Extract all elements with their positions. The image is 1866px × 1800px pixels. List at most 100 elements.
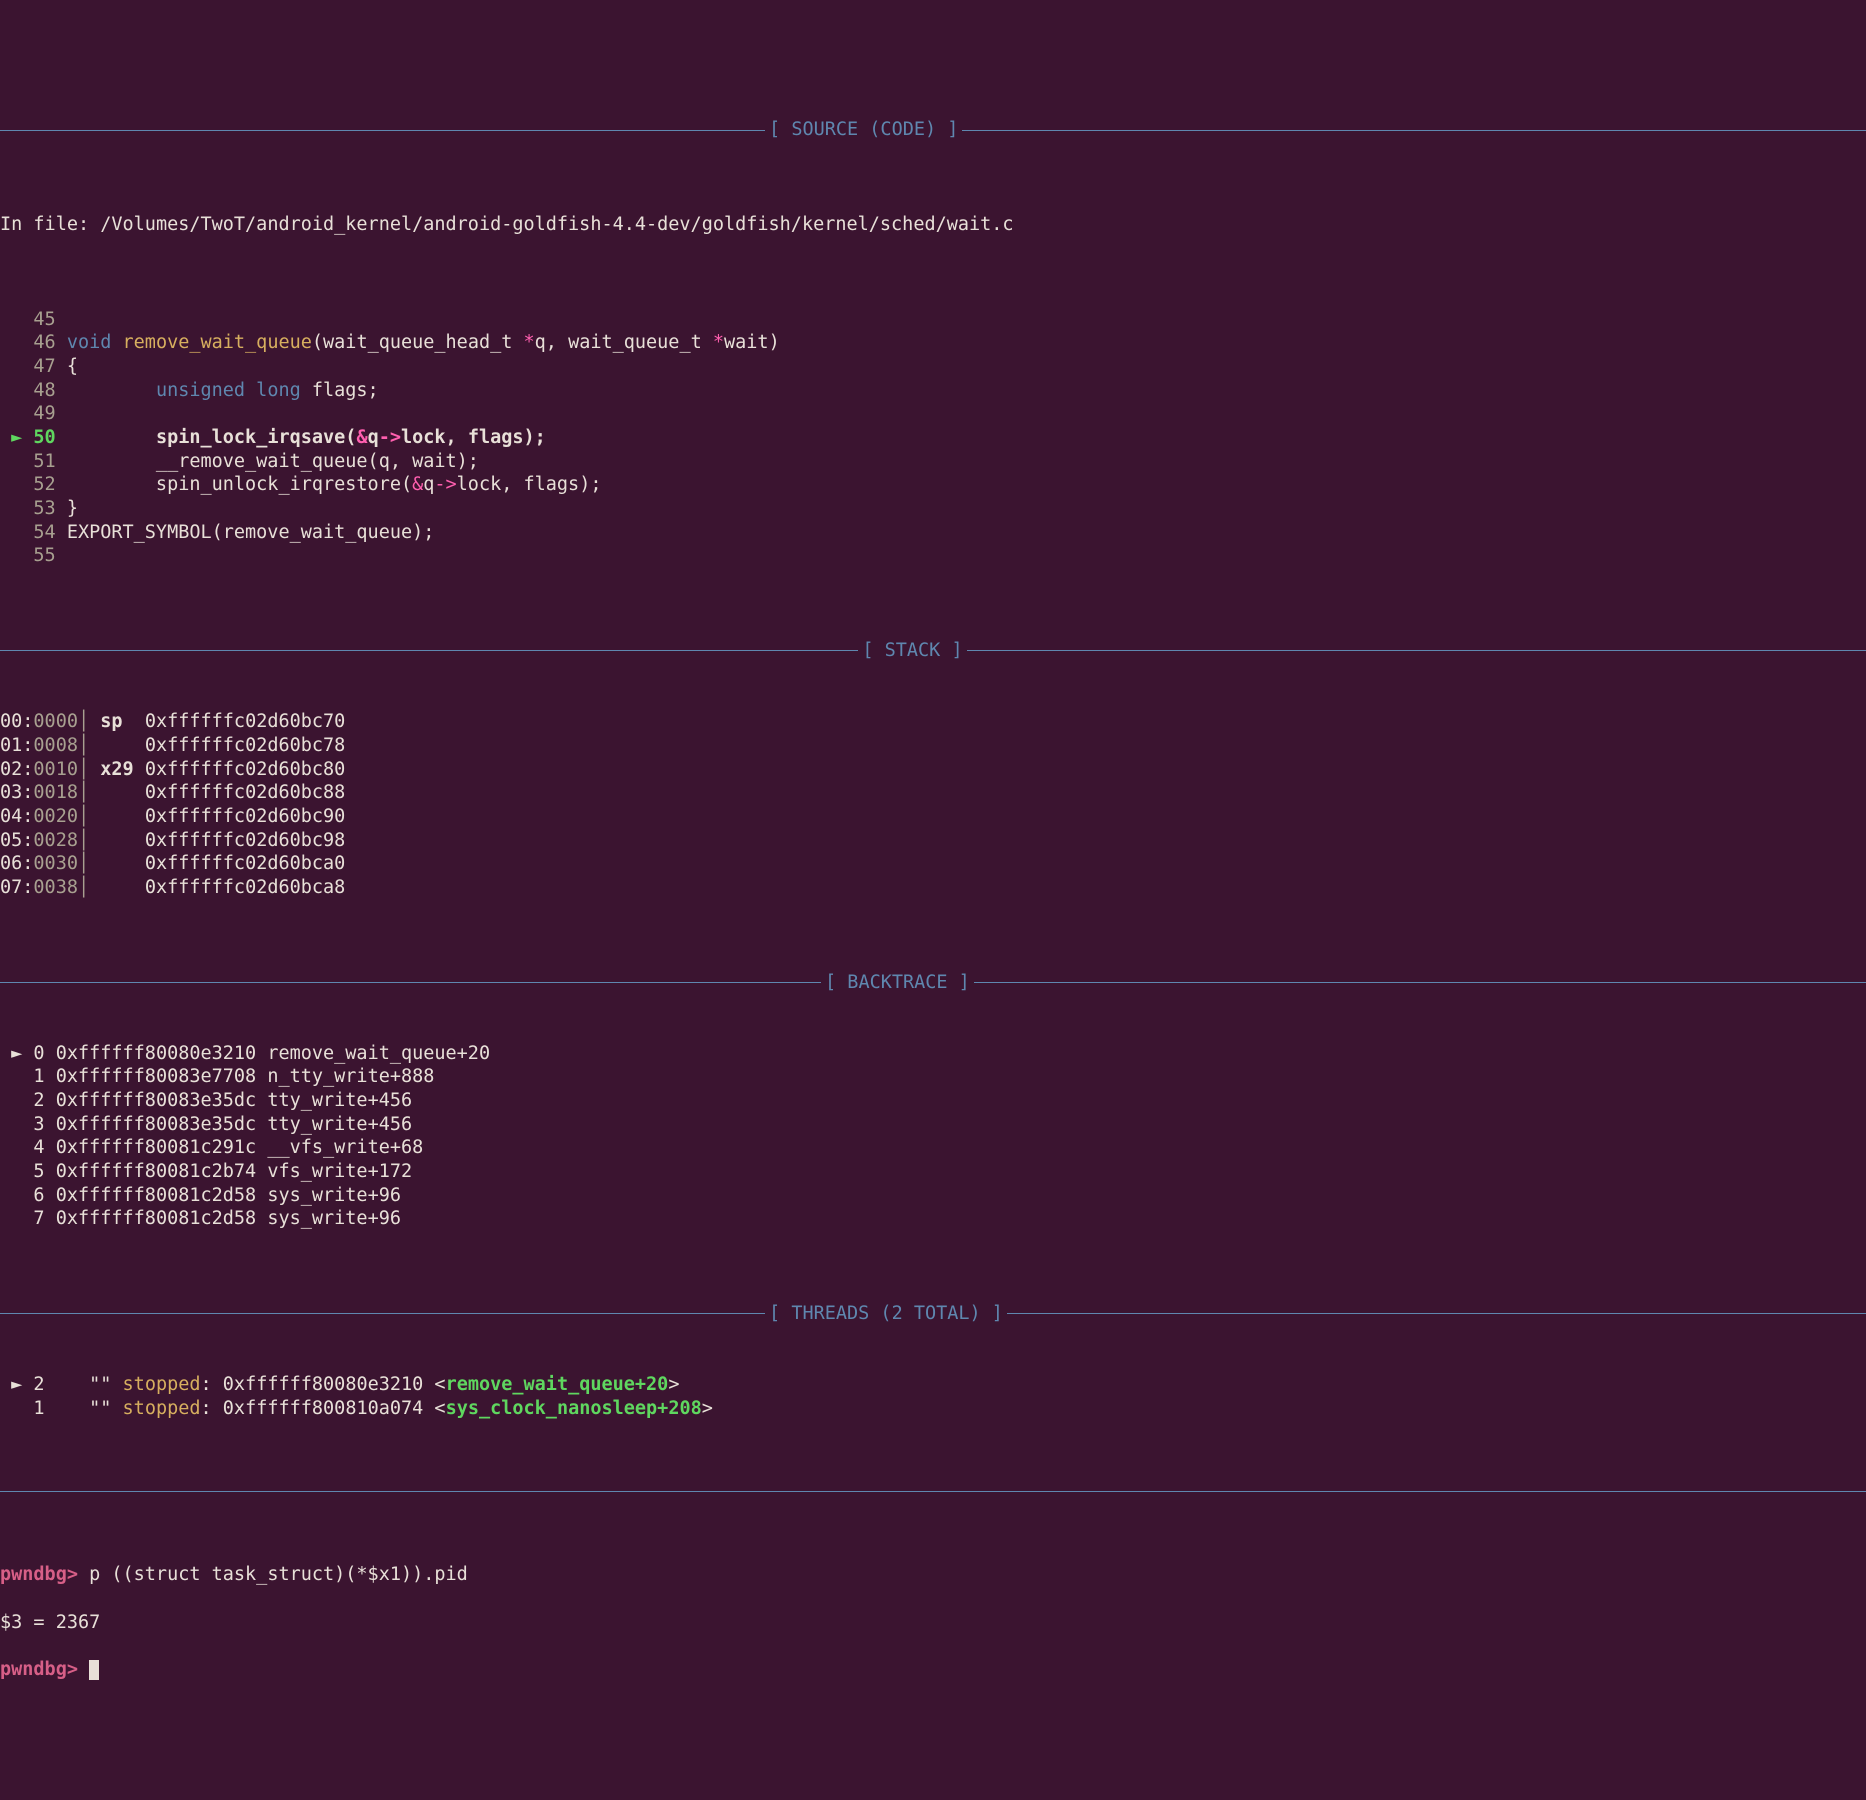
code-token: } — [67, 498, 78, 519]
backtrace-row: 1 0xffffff80083e7708 n_tty_write+888 — [0, 1065, 1866, 1089]
code-token: unsigned long — [156, 380, 301, 401]
code-token: -> — [379, 427, 401, 448]
stack-row: 01:0008│ 0xffffffc02d60bc78 — [0, 734, 1866, 758]
frame-symbol: n_tty_write+888 — [267, 1066, 434, 1087]
code-token: (wait_queue_head_t — [312, 332, 524, 353]
stack-offset: 01: — [0, 735, 33, 756]
frame-index: 4 — [33, 1137, 44, 1158]
stack-row: 04:0020│ 0xffffffc02d60bc90 — [0, 805, 1866, 829]
backtrace-row: ► 0 0xffffff80080e3210 remove_wait_queue… — [0, 1042, 1866, 1066]
thread-symbol: sys_clock_nanosleep+208 — [446, 1398, 702, 1419]
frame-address: 0xffffff80083e7708 — [56, 1066, 256, 1087]
frame-address: 0xffffff80081c2d58 — [56, 1185, 256, 1206]
code-token — [67, 380, 156, 401]
section-footer-rule — [0, 1491, 1866, 1492]
code-token: wait) — [724, 332, 780, 353]
stack-address: 0xffffffc02d60bca8 — [145, 877, 345, 898]
stack-offset: 07: — [0, 877, 33, 898]
prompt-label: pwndbg> — [0, 1659, 78, 1680]
stack-index: 0020 — [33, 806, 78, 827]
stack-index: 0038 — [33, 877, 78, 898]
source-line: 49 — [0, 402, 1866, 426]
source-code: 45 46 void remove_wait_queue(wait_queue_… — [0, 308, 1866, 568]
frame-index: 2 — [33, 1090, 44, 1111]
separator-icon: │ — [78, 782, 100, 803]
frame-address: 0xffffff80083e35dc — [56, 1114, 256, 1135]
stack-address: 0xffffffc02d60bc88 — [145, 782, 345, 803]
frame-address: 0xffffff80081c2b74 — [56, 1161, 256, 1182]
code-token: q — [368, 427, 379, 448]
line-number: 46 — [0, 332, 67, 353]
code-token: & — [412, 474, 423, 495]
separator-icon: │ — [78, 877, 100, 898]
line-number: 55 — [0, 545, 67, 566]
section-label: [ THREADS (2 TOTAL) ] — [765, 1302, 1007, 1326]
backtrace-row: 3 0xffffff80083e35dc tty_write+456 — [0, 1113, 1866, 1137]
prompt-label: pwndbg> — [0, 1564, 78, 1585]
code-token: q — [423, 474, 434, 495]
stack-offset: 05: — [0, 830, 33, 851]
code-token: * — [524, 332, 535, 353]
stack-address: 0xffffffc02d60bc78 — [145, 735, 345, 756]
backtrace-row: 6 0xffffff80081c2d58 sys_write+96 — [0, 1184, 1866, 1208]
backtrace-panel: ► 0 0xffffff80080e3210 remove_wait_queue… — [0, 1042, 1866, 1231]
stack-row: 06:0030│ 0xffffffc02d60bca0 — [0, 852, 1866, 876]
stack-address: 0xffffffc02d60bc90 — [145, 806, 345, 827]
code-token: EXPORT_SYMBOL(remove_wait_queue); — [67, 522, 435, 543]
source-line: 51 __remove_wait_queue(q, wait); — [0, 450, 1866, 474]
stack-index: 0008 — [33, 735, 78, 756]
section-header-backtrace: [ BACKTRACE ] — [0, 971, 1866, 995]
source-line: 54 EXPORT_SYMBOL(remove_wait_queue); — [0, 521, 1866, 545]
code-token: void — [67, 332, 123, 353]
separator-icon: │ — [78, 830, 100, 851]
thread-row: 1 "" stopped: 0xffffff800810a074 <sys_cl… — [0, 1397, 1866, 1421]
prompt-line-2[interactable]: pwndbg> — [0, 1658, 1866, 1682]
stack-panel: 00:0000│ sp 0xffffffc02d60bc7001:0008│ 0… — [0, 710, 1866, 899]
stack-register: sp — [100, 711, 133, 732]
section-label: [ SOURCE (CODE) ] — [765, 118, 962, 142]
source-file-line: In file: /Volumes/TwoT/android_kernel/an… — [0, 213, 1866, 237]
stack-register — [100, 853, 133, 874]
code-token: lock, flags); — [457, 474, 602, 495]
stack-offset: 04: — [0, 806, 33, 827]
stack-address: 0xffffffc02d60bc70 — [145, 711, 345, 732]
code-token: q, wait_queue_t — [535, 332, 713, 353]
stack-row: 03:0018│ 0xffffffc02d60bc88 — [0, 781, 1866, 805]
frame-address: 0xffffff80083e35dc — [56, 1090, 256, 1111]
thread-id: 2 — [33, 1374, 44, 1395]
stack-address: 0xffffffc02d60bc98 — [145, 830, 345, 851]
code-token: { — [67, 356, 78, 377]
source-line: 46 void remove_wait_queue(wait_queue_hea… — [0, 331, 1866, 355]
code-token: -> — [434, 474, 456, 495]
thread-name: "" — [89, 1374, 111, 1395]
stack-row: 05:0028│ 0xffffffc02d60bc98 — [0, 829, 1866, 853]
stack-register — [100, 735, 133, 756]
code-token: __remove_wait_queue(q, wait); — [67, 451, 479, 472]
stack-row: 07:0038│ 0xffffffc02d60bca8 — [0, 876, 1866, 900]
stack-register — [100, 806, 133, 827]
thread-name: "" — [89, 1398, 111, 1419]
code-token: spin_unlock_irqrestore( — [67, 474, 412, 495]
line-number: 53 — [0, 498, 67, 519]
code-token: lock, flags); — [401, 427, 546, 448]
stack-index: 0000 — [33, 711, 78, 732]
code-token: flags; — [301, 380, 379, 401]
cursor-icon — [89, 1660, 99, 1680]
current-line-arrow-icon: ► — [0, 427, 33, 448]
section-label: [ STACK ] — [858, 639, 966, 663]
frame-symbol: vfs_write+172 — [267, 1161, 412, 1182]
frame-address: 0xffffff80081c2d58 — [56, 1208, 256, 1229]
source-line: 47 { — [0, 355, 1866, 379]
stack-index: 0018 — [33, 782, 78, 803]
stack-address: 0xffffffc02d60bc80 — [145, 759, 345, 780]
line-number: 49 — [0, 403, 67, 424]
file-prefix: In file: — [0, 214, 100, 235]
frame-symbol: remove_wait_queue+20 — [267, 1043, 490, 1064]
backtrace-row: 5 0xffffff80081c2b74 vfs_write+172 — [0, 1160, 1866, 1184]
stack-register — [100, 877, 133, 898]
line-number: 48 — [0, 380, 67, 401]
prompt-line-1[interactable]: pwndbg> p ((struct task_struct)(*$x1)).p… — [0, 1563, 1866, 1587]
section-label: [ BACKTRACE ] — [821, 971, 974, 995]
frame-index: 1 — [33, 1066, 44, 1087]
threads-panel: ► 2 "" stopped: 0xffffff80080e3210 <remo… — [0, 1373, 1866, 1420]
